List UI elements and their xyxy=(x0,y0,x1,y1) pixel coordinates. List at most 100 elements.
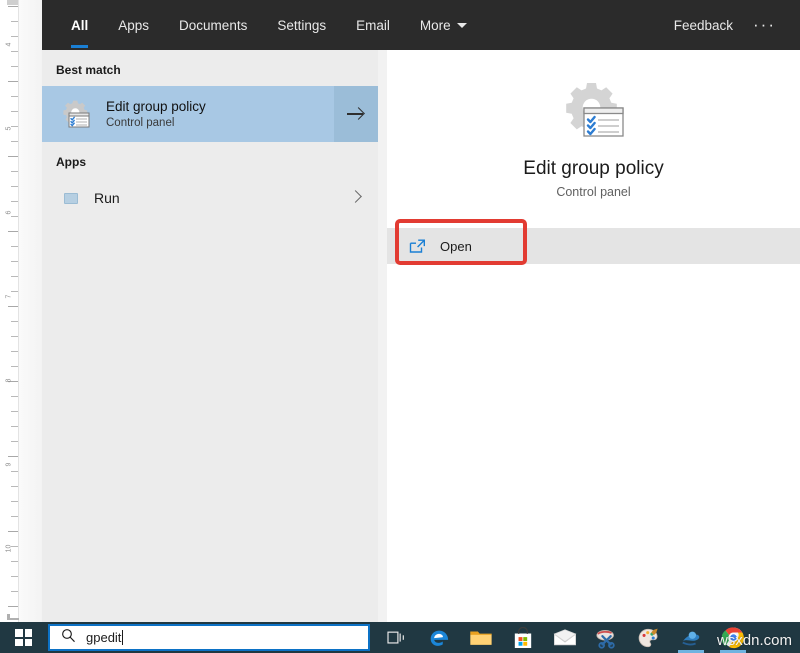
windows-search-screen: 45678910 AllAppsDocumentsSettingsEmailMo… xyxy=(0,0,800,653)
ruler-tick xyxy=(11,321,18,322)
best-match-result-row[interactable]: Edit group policy Control panel xyxy=(42,86,378,142)
ruler-rail xyxy=(18,0,19,622)
tab-documents[interactable]: Documents xyxy=(164,0,262,50)
search-flyout: All Apps Documents Settings Email More Feedba… xyxy=(42,0,800,622)
ruler-tick xyxy=(11,96,18,97)
ruler-tick xyxy=(8,156,18,157)
group-policy-icon xyxy=(561,80,627,142)
open-action-row[interactable]: Open xyxy=(387,228,800,264)
tab-settings[interactable]: Settings xyxy=(262,0,341,50)
microsoft-store-icon[interactable] xyxy=(502,622,544,653)
ruler-tick xyxy=(11,261,18,262)
file-explorer-icon[interactable] xyxy=(460,622,502,653)
header-right-actions: Feedback ··· xyxy=(660,0,800,50)
ruler-tick xyxy=(11,246,18,247)
blue-app-icon[interactable] xyxy=(670,622,712,653)
ruler-number: 4 xyxy=(6,37,13,53)
text-caret xyxy=(122,630,123,645)
ruler-tick xyxy=(11,111,18,112)
windows-logo-icon xyxy=(15,629,32,646)
search-results-list: Best match xyxy=(42,50,378,622)
tab-label: Settings xyxy=(277,18,326,33)
ruler-tick xyxy=(11,576,18,577)
ruler-tick xyxy=(11,426,18,427)
more-options-icon[interactable]: ··· xyxy=(747,15,782,35)
chevron-right-icon[interactable] xyxy=(349,190,362,203)
arrow-right-icon xyxy=(347,105,365,123)
site-watermark: wsxdn.com xyxy=(717,632,792,649)
tab-email[interactable]: Email xyxy=(341,0,405,50)
ruler-tick xyxy=(8,6,18,7)
preview-title: Edit group policy xyxy=(523,156,663,181)
search-filter-tabbar: All Apps Documents Settings Email More Feedba… xyxy=(42,0,800,50)
result-preview-pane: Edit group policy Control panel Open xyxy=(387,50,800,622)
snipping-tool-icon[interactable] xyxy=(586,622,628,653)
ruler-tick xyxy=(11,336,18,337)
preview-header: Edit group policy Control panel xyxy=(387,50,800,228)
mail-icon[interactable] xyxy=(544,622,586,653)
ruler-tick xyxy=(11,366,18,367)
ruler-number: 6 xyxy=(6,205,13,221)
ruler-top-marker[interactable] xyxy=(7,0,18,5)
paint-3d-icon[interactable] xyxy=(628,622,670,653)
best-match-text: Edit group policy Control panel xyxy=(106,98,206,131)
tab-apps[interactable]: Apps xyxy=(103,0,164,50)
ruler-tick xyxy=(8,231,18,232)
best-match-expand-button[interactable] xyxy=(334,86,378,142)
search-icon xyxy=(61,628,76,648)
ruler-tick xyxy=(8,531,18,532)
list-item[interactable]: Run xyxy=(42,178,378,218)
tab-label: All xyxy=(71,18,88,33)
tab-label: Documents xyxy=(179,18,247,33)
taskbar-items xyxy=(376,622,754,653)
edge-icon[interactable] xyxy=(418,622,460,653)
ruler-tick xyxy=(11,441,18,442)
ruler-tick xyxy=(11,171,18,172)
search-input-value: gpedit xyxy=(86,630,121,645)
taskbar-search-input[interactable]: gpedit xyxy=(48,624,370,651)
tab-active-underline xyxy=(71,45,88,48)
chevron-down-icon xyxy=(457,23,467,28)
open-external-icon xyxy=(409,239,426,254)
ruler-number: 10 xyxy=(6,541,13,557)
ruler-tick xyxy=(11,186,18,187)
ruler-number: 5 xyxy=(6,121,13,137)
feedback-button[interactable]: Feedback xyxy=(660,18,747,33)
ruler-tick xyxy=(11,501,18,502)
ruler-tick xyxy=(11,591,18,592)
apps-result-list: Run xyxy=(42,178,378,218)
windows-taskbar: gpedit xyxy=(0,622,800,653)
ruler-tick xyxy=(11,396,18,397)
start-button[interactable] xyxy=(0,622,47,653)
preview-empty-area xyxy=(387,264,800,622)
ruler-bottom-marker[interactable] xyxy=(7,614,19,620)
best-match-subtitle: Control panel xyxy=(106,116,206,131)
ruler-tick xyxy=(11,486,18,487)
tab-more[interactable]: More xyxy=(405,0,482,50)
tab-label: More xyxy=(420,18,451,33)
list-item-label: Run xyxy=(94,190,120,206)
ruler-tick xyxy=(8,81,18,82)
document-vertical-ruler: 45678910 xyxy=(0,0,42,622)
ruler-tick xyxy=(11,66,18,67)
ruler-tick xyxy=(8,606,18,607)
ruler-tick xyxy=(11,411,18,412)
ruler-tick xyxy=(11,561,18,562)
group-policy-icon xyxy=(60,98,92,130)
tab-list: All Apps Documents Settings Email More xyxy=(42,0,482,50)
ruler-tick xyxy=(11,516,18,517)
run-icon xyxy=(64,193,78,204)
preview-subtitle: Control panel xyxy=(556,185,630,199)
tab-label: Email xyxy=(356,18,390,33)
tab-all[interactable]: All xyxy=(56,0,103,50)
ruler-page-area xyxy=(19,0,42,622)
apps-section-header: Apps xyxy=(42,142,378,178)
ruler-number: 8 xyxy=(6,373,13,389)
open-action-label: Open xyxy=(440,239,472,254)
ruler-tick xyxy=(11,201,18,202)
tab-label: Apps xyxy=(118,18,149,33)
ruler-tick xyxy=(8,306,18,307)
ruler-tick xyxy=(11,351,18,352)
ruler-number: 9 xyxy=(6,457,13,473)
task-view-icon[interactable] xyxy=(376,622,418,653)
